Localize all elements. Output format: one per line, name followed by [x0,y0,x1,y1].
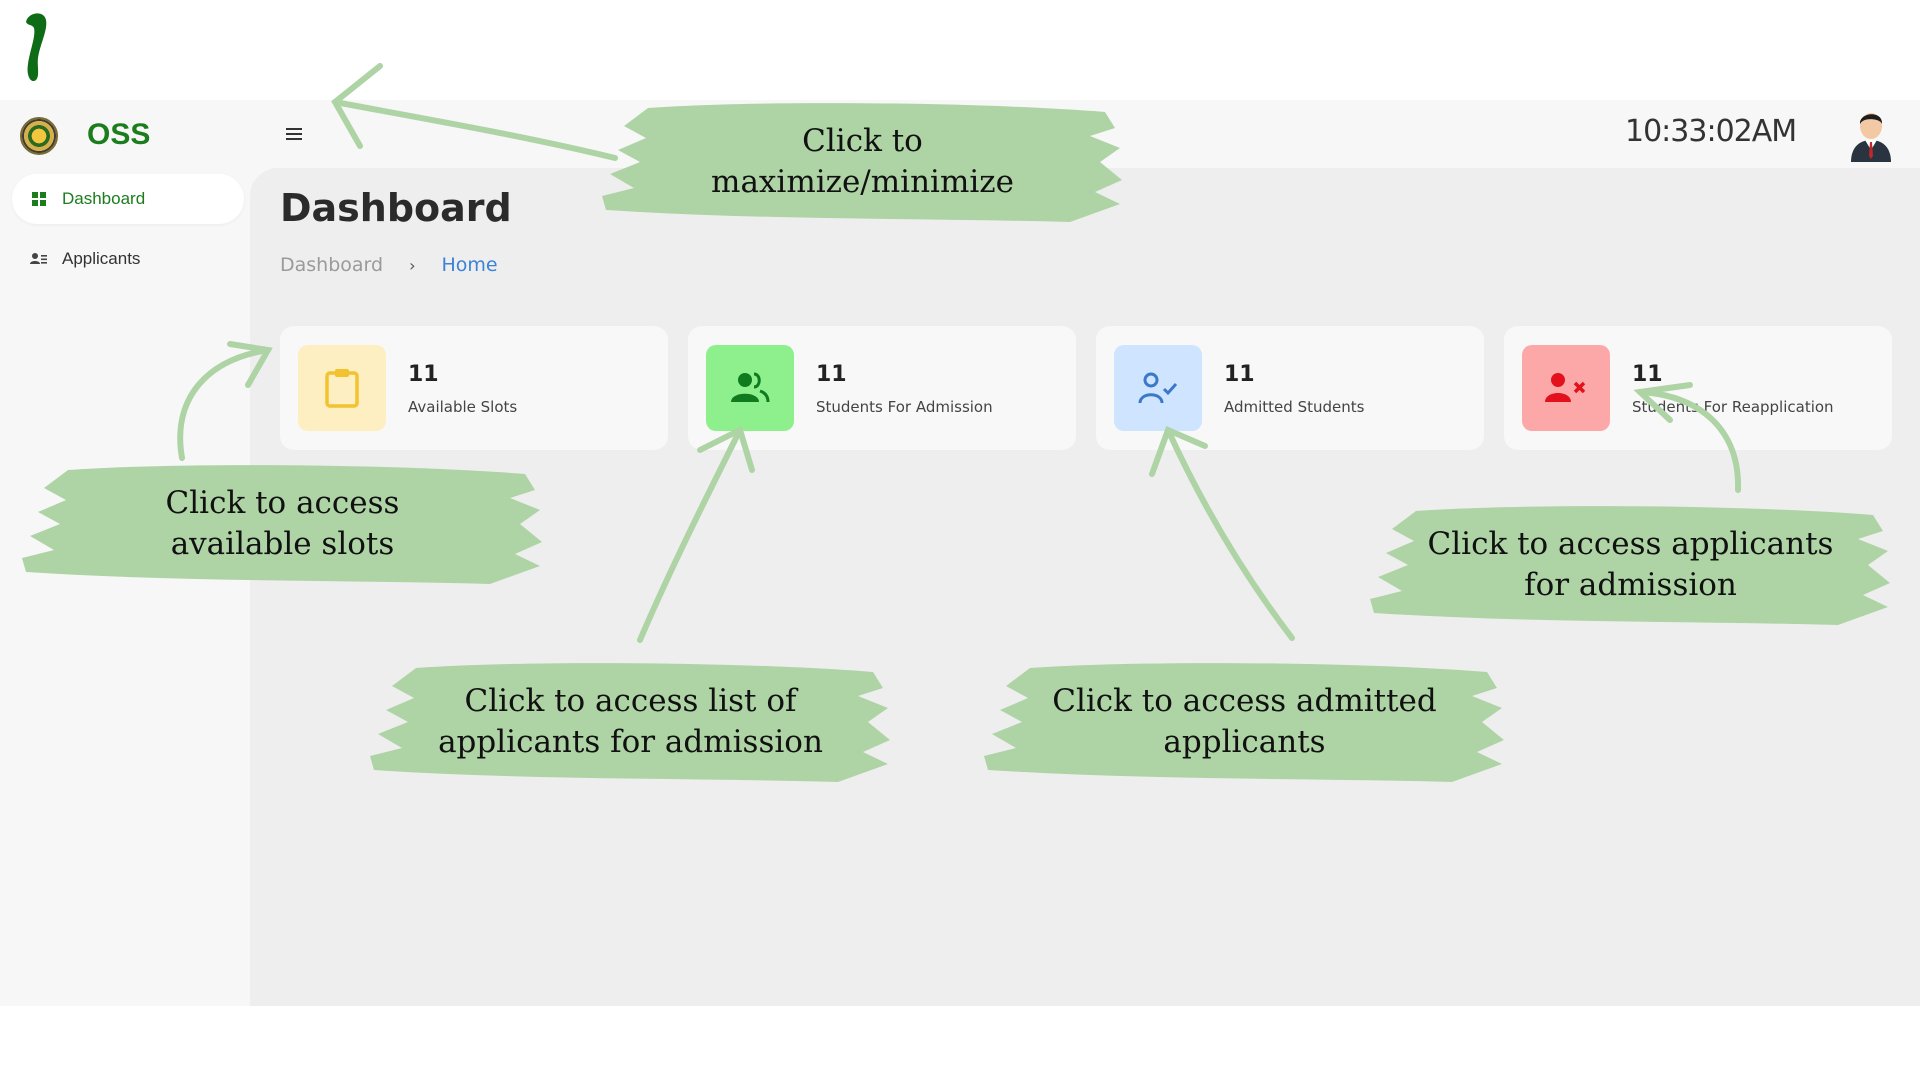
sidebar-item-label: Applicants [62,249,141,268]
card-label: Admitted Students [1224,398,1365,416]
breadcrumb-home[interactable]: Home [442,254,498,276]
sidebar-item-applicants[interactable]: Applicants [12,234,244,284]
step-number-one: 1 [26,13,47,82]
hamburger-icon [286,128,302,140]
sidebar: Dashboard Applicants [0,168,250,1006]
callout-text: Click to maximize/minimize [711,123,1014,200]
icon-box [1522,345,1610,431]
card-count: 11 [1224,362,1255,387]
callout-text: Click to access applicants for admission [1427,526,1834,603]
card-count: 11 [1632,362,1663,387]
card-label: Students For Admission [816,398,993,416]
icon-box [298,345,386,431]
callout-text: Click to access admitted applicants [1052,683,1437,760]
clipboard-icon [325,369,359,408]
card-count: 11 [408,362,439,387]
callout-reapplication: Click to access applicants for admission [1368,503,1893,627]
user-avatar[interactable] [1845,106,1897,162]
students-for-reapplication-card[interactable]: 11 Students For Reapplication [1504,326,1892,450]
user-list-icon [30,253,47,264]
breadcrumb: Dashboard › Home [280,254,498,276]
card-label: Available Slots [408,398,518,416]
card-label: Students For Reapplication [1632,398,1834,416]
card-count: 11 [816,362,847,387]
chevron-right-icon: › [409,255,416,275]
breadcrumb-dashboard[interactable]: Dashboard [280,254,383,276]
page-title: Dashboard [280,186,512,230]
callout-text: Click to access available slots [165,485,400,562]
user-x-icon [1545,373,1586,402]
icon-box [706,345,794,431]
school-seal-logo [20,117,58,155]
sidebar-item-dashboard[interactable]: Dashboard [12,174,244,224]
icon-box [1114,345,1202,431]
callout-admitted: Click to access admitted applicants [982,660,1507,784]
students-for-admission-card[interactable]: 11 Students For Admission [688,326,1076,450]
callout-available-slots: Click to access available slots [20,462,545,586]
callout-maximize-minimize: Click to maximize/minimize [600,100,1125,224]
available-slots-card[interactable]: 11 Available Slots [280,326,668,450]
callout-text: Click to access list of applicants for a… [438,683,823,760]
menu-toggle-button[interactable] [280,120,308,148]
admitted-students-card[interactable]: 11 Admitted Students [1096,326,1484,450]
users-icon [731,372,770,403]
grid-icon [32,192,46,206]
clock-display: 10:33:02AM [1625,114,1797,149]
sidebar-item-label: Dashboard [62,189,146,208]
user-check-icon [1138,372,1178,404]
app-name: OSS [87,118,151,151]
callout-admission-list: Click to access list of applicants for a… [368,660,893,784]
